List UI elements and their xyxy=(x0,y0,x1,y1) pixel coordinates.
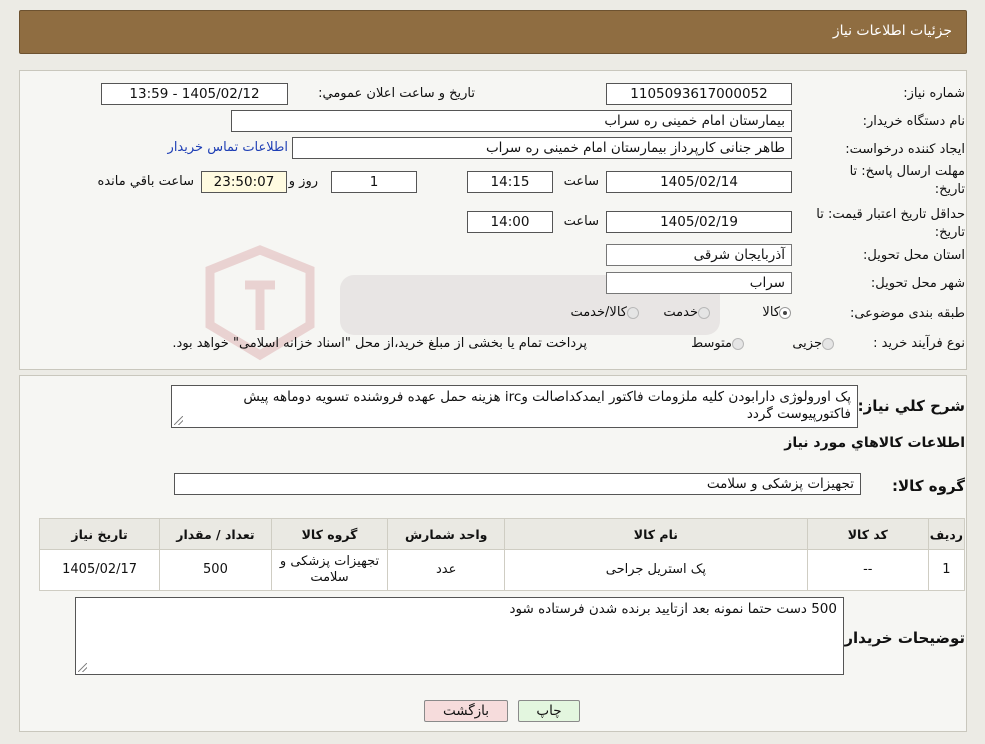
province-label: استان محل تحویل: xyxy=(863,248,965,263)
buyer-contact-link[interactable]: اطلاعات تماس خریدار xyxy=(168,140,288,155)
process-option-minor[interactable] xyxy=(822,338,834,350)
items-section-title: اطلاعات کالاهاي مورد نياز xyxy=(784,435,965,451)
validity-date-field: 1405/02/19 xyxy=(606,211,792,233)
goods-group-field: تجهیزات پزشکی و سلامت xyxy=(174,473,861,495)
back-button[interactable]: بازگشت xyxy=(424,700,508,722)
process-option-medium-label: متوسط xyxy=(691,336,732,351)
need-number-field: 1105093617000052 xyxy=(606,83,792,105)
treasury-note: پرداخت تمام یا بخشی از مبلغ خرید،از محل … xyxy=(172,336,587,351)
cell-unit: عدد xyxy=(387,549,506,591)
announce-label: تاریخ و ساعت اعلان عمومي: xyxy=(318,86,475,101)
city-field: سراب xyxy=(606,272,792,294)
col-row: رديف xyxy=(927,518,966,550)
category-option-both[interactable] xyxy=(627,307,639,319)
requester-field: طاهر جنانی کارپرداز بیمارستان امام خمینی… xyxy=(292,137,792,159)
deadline-label: مهلت ارسال پاسخ: تا xyxy=(849,164,965,179)
page-header: جزئیات اطلاعات نیاز xyxy=(19,10,967,54)
radio-selected-icon[interactable] xyxy=(779,307,791,319)
need-number-label: شماره نیاز: xyxy=(903,86,965,101)
category-option-service-label: خدمت xyxy=(663,305,698,320)
radio-icon[interactable] xyxy=(627,307,639,319)
table-row: 1 -- پک استریل جراحی عدد تجهیزات پزشکی و… xyxy=(38,549,966,591)
province-field: آذربایجان شرقی xyxy=(606,244,792,266)
page-title: جزئیات اطلاعات نیاز xyxy=(832,23,952,39)
col-code: کد کالا xyxy=(806,518,929,550)
category-label: طبقه بندی موضوعی: xyxy=(849,306,965,321)
radio-icon[interactable] xyxy=(698,307,710,319)
col-unit: واحد شمارش xyxy=(387,518,506,550)
buyer-org-label: نام دستگاه خریدار: xyxy=(862,114,965,129)
buyer-notes-textarea[interactable]: 500 دست حتما نمونه بعد ازتایید برنده شدن… xyxy=(75,597,844,675)
validity-time-label: ساعت xyxy=(563,214,599,229)
days-label: روز و xyxy=(288,174,318,189)
category-option-goods-label: کالا xyxy=(762,305,780,320)
process-option-minor-label: جزیی xyxy=(792,336,822,351)
col-need-date: تاریخ نیاز xyxy=(38,518,161,550)
deadline-time-field: 14:15 xyxy=(467,171,553,193)
announce-datetime-field: 1405/02/12 - 13:59 xyxy=(101,83,288,105)
category-option-goods[interactable] xyxy=(779,307,791,319)
validity-time-field: 14:00 xyxy=(467,211,553,233)
radio-icon[interactable] xyxy=(822,338,834,350)
cell-group: تجهیزات پزشکی و سلامت xyxy=(270,549,389,591)
resize-grip-icon[interactable] xyxy=(78,663,87,672)
validity-label-date: تاریخ: xyxy=(934,225,965,240)
deadline-date-field: 1405/02/14 xyxy=(606,171,792,193)
requester-label: ایجاد کننده درخواست: xyxy=(845,142,965,157)
remaining-time-field: 23:50:07 xyxy=(201,171,287,193)
col-quantity: تعداد / مقدار xyxy=(159,518,272,550)
city-label: شهر محل تحویل: xyxy=(870,276,965,291)
deadline-time-label: ساعت xyxy=(563,174,599,189)
table-header-row: رديف کد کالا نام کالا واحد شمارش گروه کا… xyxy=(38,518,966,550)
buyer-notes-text: 500 دست حتما نمونه بعد ازتایید برنده شدن… xyxy=(509,601,837,617)
col-group: گروه کالا xyxy=(270,518,389,550)
goods-group-label: گروه کالا: xyxy=(892,477,965,495)
radio-icon[interactable] xyxy=(732,338,744,350)
category-option-both-label: کالا/خدمت xyxy=(570,305,627,320)
buyer-notes-label: توضیحات خریدار: xyxy=(838,629,965,647)
deadline-label-date: تاریخ: xyxy=(934,182,965,197)
cell-name: پک استریل جراحی xyxy=(504,549,808,591)
summary-textarea[interactable]: پک اورولوژی دارابودن کلیه ملزومات فاکتور… xyxy=(171,385,858,428)
buyer-org-field: بیمارستان امام خمینی ره سراب xyxy=(231,110,792,132)
summary-label: شرح کلي نياز: xyxy=(857,397,965,415)
print-button[interactable]: چاپ xyxy=(518,700,580,722)
cell-row: 1 xyxy=(927,549,966,591)
remaining-time-label: ساعت باقي مانده xyxy=(97,174,194,189)
process-option-medium[interactable] xyxy=(732,338,744,350)
col-name: نام کالا xyxy=(504,518,808,550)
cell-need-date: 1405/02/17 xyxy=(38,549,161,591)
validity-label: حداقل تاریخ اعتبار قیمت: تا xyxy=(816,207,965,222)
cell-code: -- xyxy=(806,549,929,591)
items-table: رديف کد کالا نام کالا واحد شمارش گروه کا… xyxy=(38,518,966,591)
days-remaining-field: 1 xyxy=(331,171,417,193)
process-label: نوع فرآیند خرید : xyxy=(873,336,965,351)
summary-text: پک اورولوژی دارابودن کلیه ملزومات فاکتور… xyxy=(243,389,851,422)
resize-grip-icon[interactable] xyxy=(174,416,183,425)
category-option-service[interactable] xyxy=(698,307,710,319)
cell-quantity: 500 xyxy=(159,549,272,591)
